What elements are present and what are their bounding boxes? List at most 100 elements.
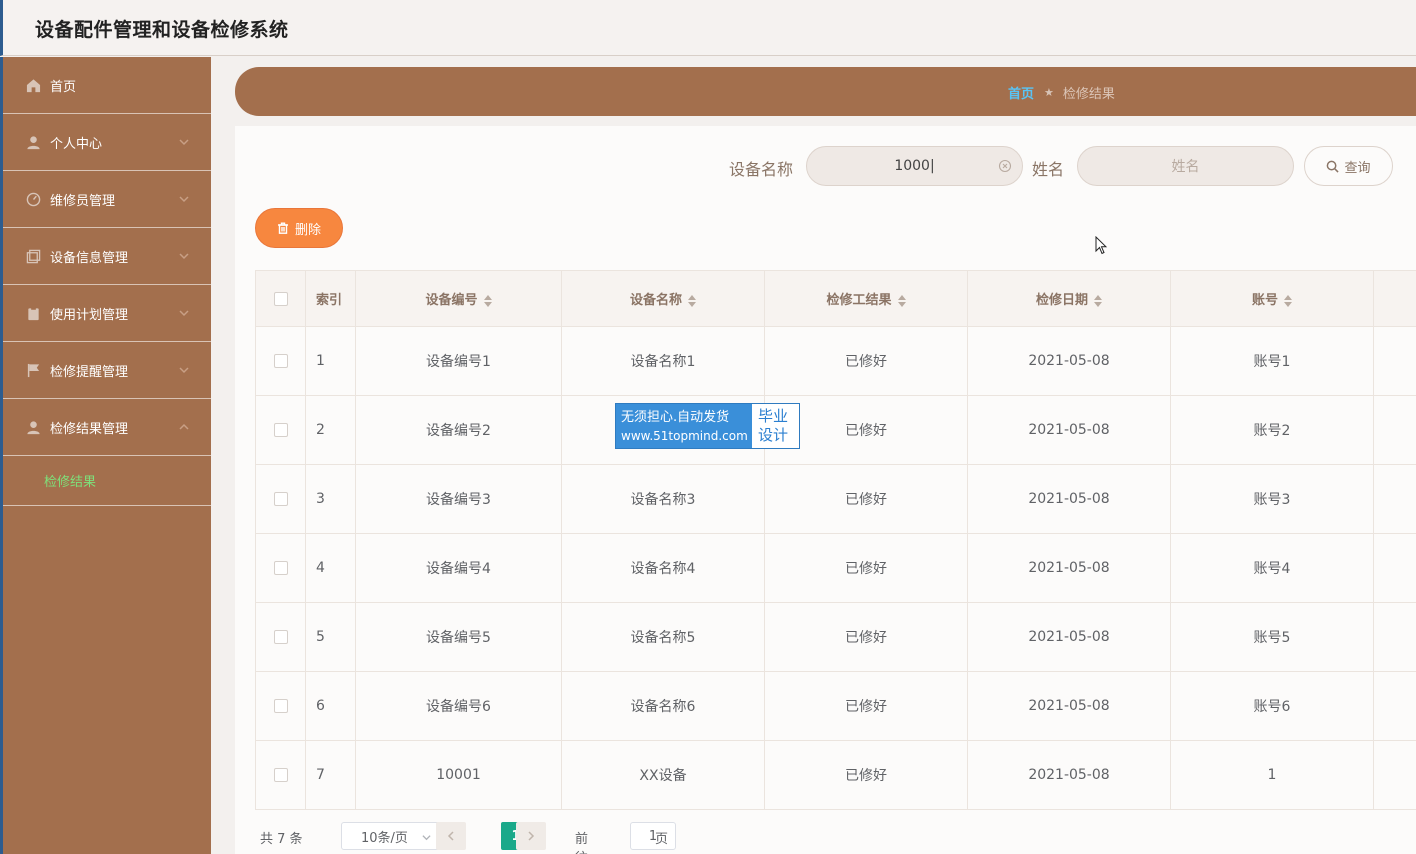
name-input[interactable]: 姓名 xyxy=(1077,146,1294,186)
sidebar-item-label: 维修员管理 xyxy=(50,193,116,209)
sidebar-item-label: 个人中心 xyxy=(50,136,103,152)
table-cell: 2021-05-08 xyxy=(967,740,1171,810)
home-icon xyxy=(25,77,41,93)
device-name-input[interactable]: 1000| xyxy=(806,146,1023,186)
table-cell: 设备名称1 xyxy=(561,326,765,396)
table-header-row: 索引 设备编号 设备名称 检修工结果 检修日期 账号 xyxy=(255,270,1416,327)
table-cell: 1 xyxy=(1170,740,1374,810)
table-cell: 2021-05-08 xyxy=(967,464,1171,534)
table-cell: 设备名称4 xyxy=(561,533,765,603)
column-header-sortable[interactable]: 设备编号 xyxy=(355,270,562,327)
name-label: 姓名 xyxy=(1032,160,1065,179)
sidebar-item-maintenance-reminder[interactable]: 检修提醒管理 xyxy=(3,342,211,399)
breadcrumb-bar: 首页 ★ 检修结果 xyxy=(235,67,1416,116)
sidebar-item-home[interactable]: 首页 xyxy=(3,57,211,114)
top-header: 设备配件管理和设备检修系统 xyxy=(0,0,1416,56)
prev-page-button[interactable] xyxy=(436,822,466,850)
sidebar-item-usage-plan[interactable]: 使用计划管理 xyxy=(3,285,211,342)
sort-icon[interactable] xyxy=(897,294,906,307)
row-checkbox[interactable] xyxy=(255,602,306,672)
table-cell: 2021-05-08 xyxy=(967,533,1171,603)
watermark-badge: 设计 xyxy=(758,426,789,444)
table-cell: 设备名称5 xyxy=(561,602,765,672)
table-cell: 设备编号4 xyxy=(355,533,562,603)
table-cell: 账号2 xyxy=(1170,395,1374,465)
row-checkbox[interactable] xyxy=(255,533,306,603)
table-row[interactable]: 3 设备编号3 设备名称3 已修好 2021-05-08 账号3 xyxy=(255,464,1416,534)
breadcrumb: 首页 ★ 检修结果 xyxy=(1008,83,1115,102)
next-page-button[interactable] xyxy=(516,822,546,850)
select-all-checkbox[interactable] xyxy=(255,270,306,327)
table-cell: 2021-05-08 xyxy=(967,326,1171,396)
page-size-select[interactable]: 10条/页 xyxy=(341,822,441,850)
row-checkbox[interactable] xyxy=(255,326,306,396)
table-cell: 2021-05-08 xyxy=(967,602,1171,672)
submenu-item-results[interactable]: 检修结果 xyxy=(3,456,211,506)
chevron-down-icon xyxy=(179,250,189,260)
table-cell: 1 xyxy=(305,326,356,396)
clear-icon[interactable] xyxy=(998,159,1012,173)
table-row[interactable]: 7 10001 XX设备 已修好 2021-05-08 1 xyxy=(255,740,1416,810)
row-checkbox[interactable] xyxy=(255,671,306,741)
star-icon: ★ xyxy=(1044,86,1054,99)
table-cell: 已修好 xyxy=(764,326,968,396)
sidebar-item-device-info[interactable]: 设备信息管理 xyxy=(3,228,211,285)
table-row[interactable]: 2 设备编号2 已修好 2021-05-08 账号2 xyxy=(255,395,1416,465)
table-cell: 已修好 xyxy=(764,464,968,534)
chevron-down-icon xyxy=(179,364,189,374)
table-row[interactable]: 6 设备编号6 设备名称6 已修好 2021-05-08 账号6 xyxy=(255,671,1416,741)
column-header-sortable[interactable]: 检修工结果 xyxy=(764,270,968,327)
table-cell-actions xyxy=(1373,464,1416,534)
sidebar-item-label: 检修结果管理 xyxy=(50,421,129,437)
row-checkbox[interactable] xyxy=(255,395,306,465)
chevron-up-icon xyxy=(179,421,189,431)
sidebar-item-label: 使用计划管理 xyxy=(50,307,129,323)
table-cell-actions xyxy=(1373,602,1416,672)
breadcrumb-current: 检修结果 xyxy=(1062,87,1115,102)
column-header-sortable[interactable]: 账号 xyxy=(1170,270,1374,327)
table-cell: 设备编号5 xyxy=(355,602,562,672)
flag-icon xyxy=(25,362,41,378)
watermark-banner: 无须担心.自动发货 www.51topmind.com 毕业 设计 xyxy=(615,403,800,449)
table-cell: 账号6 xyxy=(1170,671,1374,741)
chevron-right-icon xyxy=(528,831,535,841)
sidebar-item-maintenance-results[interactable]: 检修结果管理 xyxy=(3,399,211,456)
sidebar-item-personal-center[interactable]: 个人中心 xyxy=(3,114,211,171)
query-button[interactable]: 查询 xyxy=(1304,146,1393,186)
chevron-down-icon xyxy=(422,835,431,841)
table-cell: XX设备 xyxy=(561,740,765,810)
table-cell-actions xyxy=(1373,533,1416,603)
column-header-sortable[interactable]: 检修日期 xyxy=(967,270,1171,327)
table-cell: 账号3 xyxy=(1170,464,1374,534)
trash-icon xyxy=(277,222,288,234)
copy-icon xyxy=(25,248,41,264)
mouse-cursor-icon xyxy=(1095,236,1107,255)
table-row[interactable]: 5 设备编号5 设备名称5 已修好 2021-05-08 账号5 xyxy=(255,602,1416,672)
watermark-url: www.51topmind.com xyxy=(621,429,748,443)
watermark-text: 无须担心.自动发货 xyxy=(621,410,730,425)
table-row[interactable]: 1 设备编号1 设备名称1 已修好 2021-05-08 账号1 xyxy=(255,326,1416,396)
table-cell: 已修好 xyxy=(764,533,968,603)
column-header-sortable[interactable]: 设备名称 xyxy=(561,270,765,327)
row-checkbox[interactable] xyxy=(255,464,306,534)
sort-icon[interactable] xyxy=(688,294,696,307)
sidebar-item-repairman[interactable]: 维修员管理 xyxy=(3,171,211,228)
results-table: 索引 设备编号 设备名称 检修工结果 检修日期 账号 1 设备编号1 设备名称1 已修… xyxy=(255,270,1416,810)
table-cell: 2 xyxy=(305,395,356,465)
sort-icon[interactable] xyxy=(1284,294,1292,307)
gauge-icon xyxy=(25,191,41,207)
breadcrumb-home[interactable]: 首页 xyxy=(1008,83,1034,102)
goto-page-input[interactable]: 1 xyxy=(630,822,676,850)
sort-icon[interactable] xyxy=(1094,294,1102,307)
row-checkbox[interactable] xyxy=(255,740,306,810)
table-row[interactable]: 4 设备编号4 设备名称4 已修好 2021-05-08 账号4 xyxy=(255,533,1416,603)
search-icon xyxy=(1327,160,1340,173)
table-cell: 6 xyxy=(305,671,356,741)
delete-button[interactable]: 删除 xyxy=(255,208,343,248)
sort-icon[interactable] xyxy=(483,294,492,307)
column-header-actions xyxy=(1373,270,1416,327)
table-cell-actions xyxy=(1373,671,1416,741)
main-panel: 设备名称 1000| 姓名 姓名 查询 删除 索引 设备编号 设备名称 检修工结… xyxy=(235,126,1416,854)
table-cell-actions xyxy=(1373,395,1416,465)
user-icon xyxy=(25,134,41,150)
